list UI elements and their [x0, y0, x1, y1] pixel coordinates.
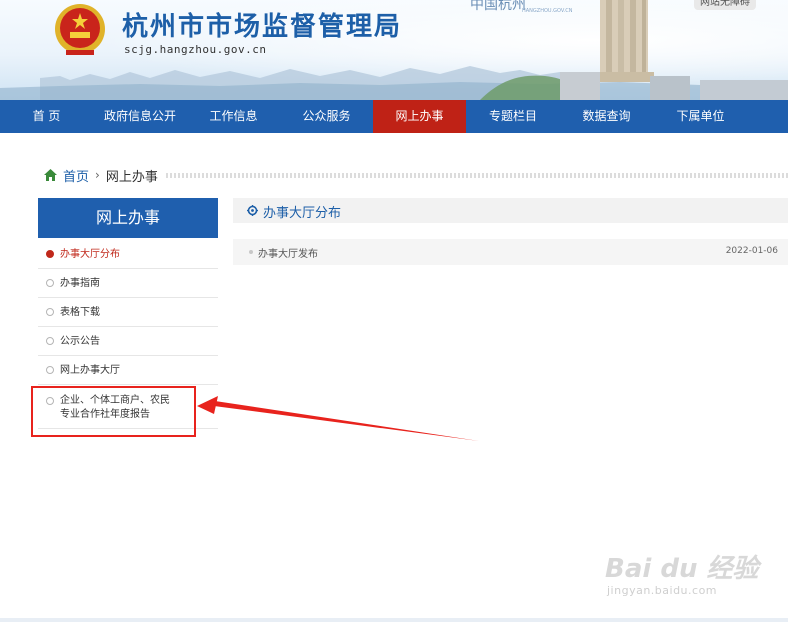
baidu-jingyan-watermark: Bai du 经验 jingyan.baidu.com — [605, 538, 759, 608]
document-row: 办事大厅发布 2022-01-06 — [233, 239, 788, 265]
site-domain: scjg.hangzhou.gov.cn — [124, 43, 267, 56]
nav-item-work-info[interactable]: 工作信息 — [187, 100, 280, 133]
sidebar-item-form-download[interactable]: 表格下载 — [38, 298, 218, 327]
radio-dot-icon — [46, 366, 54, 374]
breadcrumb-home-link[interactable]: 首页 — [63, 166, 89, 185]
sidebar-item-label: 办事大厅分布 — [60, 249, 120, 260]
sidebar-item-label: 公示公告 — [60, 336, 100, 347]
radio-dot-icon — [46, 337, 54, 345]
gear-icon — [247, 205, 258, 216]
hz-logo-en: HANGZHOU.GOV.CN — [522, 8, 573, 14]
accessibility-button[interactable]: 网站无障碍 — [694, 0, 756, 10]
breadcrumb-current[interactable]: 网上办事 — [106, 166, 158, 185]
national-emblem-icon — [55, 4, 105, 55]
header-banner: 杭州市市场监督管理局 scjg.hangzhou.gov.cn 中国杭州 HAN… — [0, 0, 788, 100]
radio-dot-icon — [46, 308, 54, 316]
nav-item-online-service[interactable]: 网上办事 — [373, 100, 466, 133]
sidebar-item-online-service-hall[interactable]: 网上办事大厅 — [38, 356, 218, 385]
nav-item-public-service[interactable]: 公众服务 — [280, 100, 373, 133]
sidebar-item-label: 表格下载 — [60, 307, 100, 318]
watermark-url: jingyan.baidu.com — [607, 584, 718, 597]
breadcrumb: 首页 › 网上办事 — [44, 166, 788, 185]
hz-logo-text: 中国杭州 — [470, 0, 526, 13]
sidebar-item-service-hall-distribution[interactable]: 办事大厅分布 — [38, 240, 218, 269]
sidebar-title: 网上办事 — [38, 198, 218, 238]
document-date: 2022-01-06 — [725, 246, 778, 256]
sidebar-item-public-notice[interactable]: 公示公告 — [38, 327, 218, 356]
nav-item-home[interactable]: 首 页 — [0, 100, 93, 133]
breadcrumb-separator: › — [95, 168, 100, 182]
section-header: 办事大厅分布 — [233, 198, 788, 223]
nav-item-data-query[interactable]: 数据查询 — [560, 100, 653, 133]
bullet-icon — [249, 250, 253, 254]
main-nav: 首 页 政府信息公开 工作信息 公众服务 网上办事 专题栏目 数据查询 下属单位 — [0, 100, 788, 133]
footer-divider — [0, 618, 788, 622]
watermark-logo: Bai du 经验 — [605, 554, 759, 584]
radio-dot-icon — [46, 250, 54, 258]
nav-item-gov-info[interactable]: 政府信息公开 — [93, 100, 187, 133]
china-hangzhou-logo[interactable]: 中国杭州 HANGZHOU.GOV.CN — [470, 0, 572, 14]
sidebar-item-label: 网上办事大厅 — [60, 365, 120, 376]
home-icon — [44, 169, 57, 181]
site-title: 杭州市市场监督管理局 — [122, 12, 403, 42]
radio-dot-icon — [46, 279, 54, 287]
sidebar-item-service-guide[interactable]: 办事指南 — [38, 269, 218, 298]
document-link[interactable]: 办事大厅发布 — [258, 245, 318, 260]
sidebar-item-label: 办事指南 — [60, 278, 100, 289]
annotation-highlight-box — [31, 386, 196, 437]
breadcrumb-divider — [165, 172, 788, 178]
nav-item-special-topics[interactable]: 专题栏目 — [466, 100, 560, 133]
nav-item-subordinate-units[interactable]: 下属单位 — [653, 100, 788, 133]
section-title: 办事大厅分布 — [263, 206, 342, 221]
